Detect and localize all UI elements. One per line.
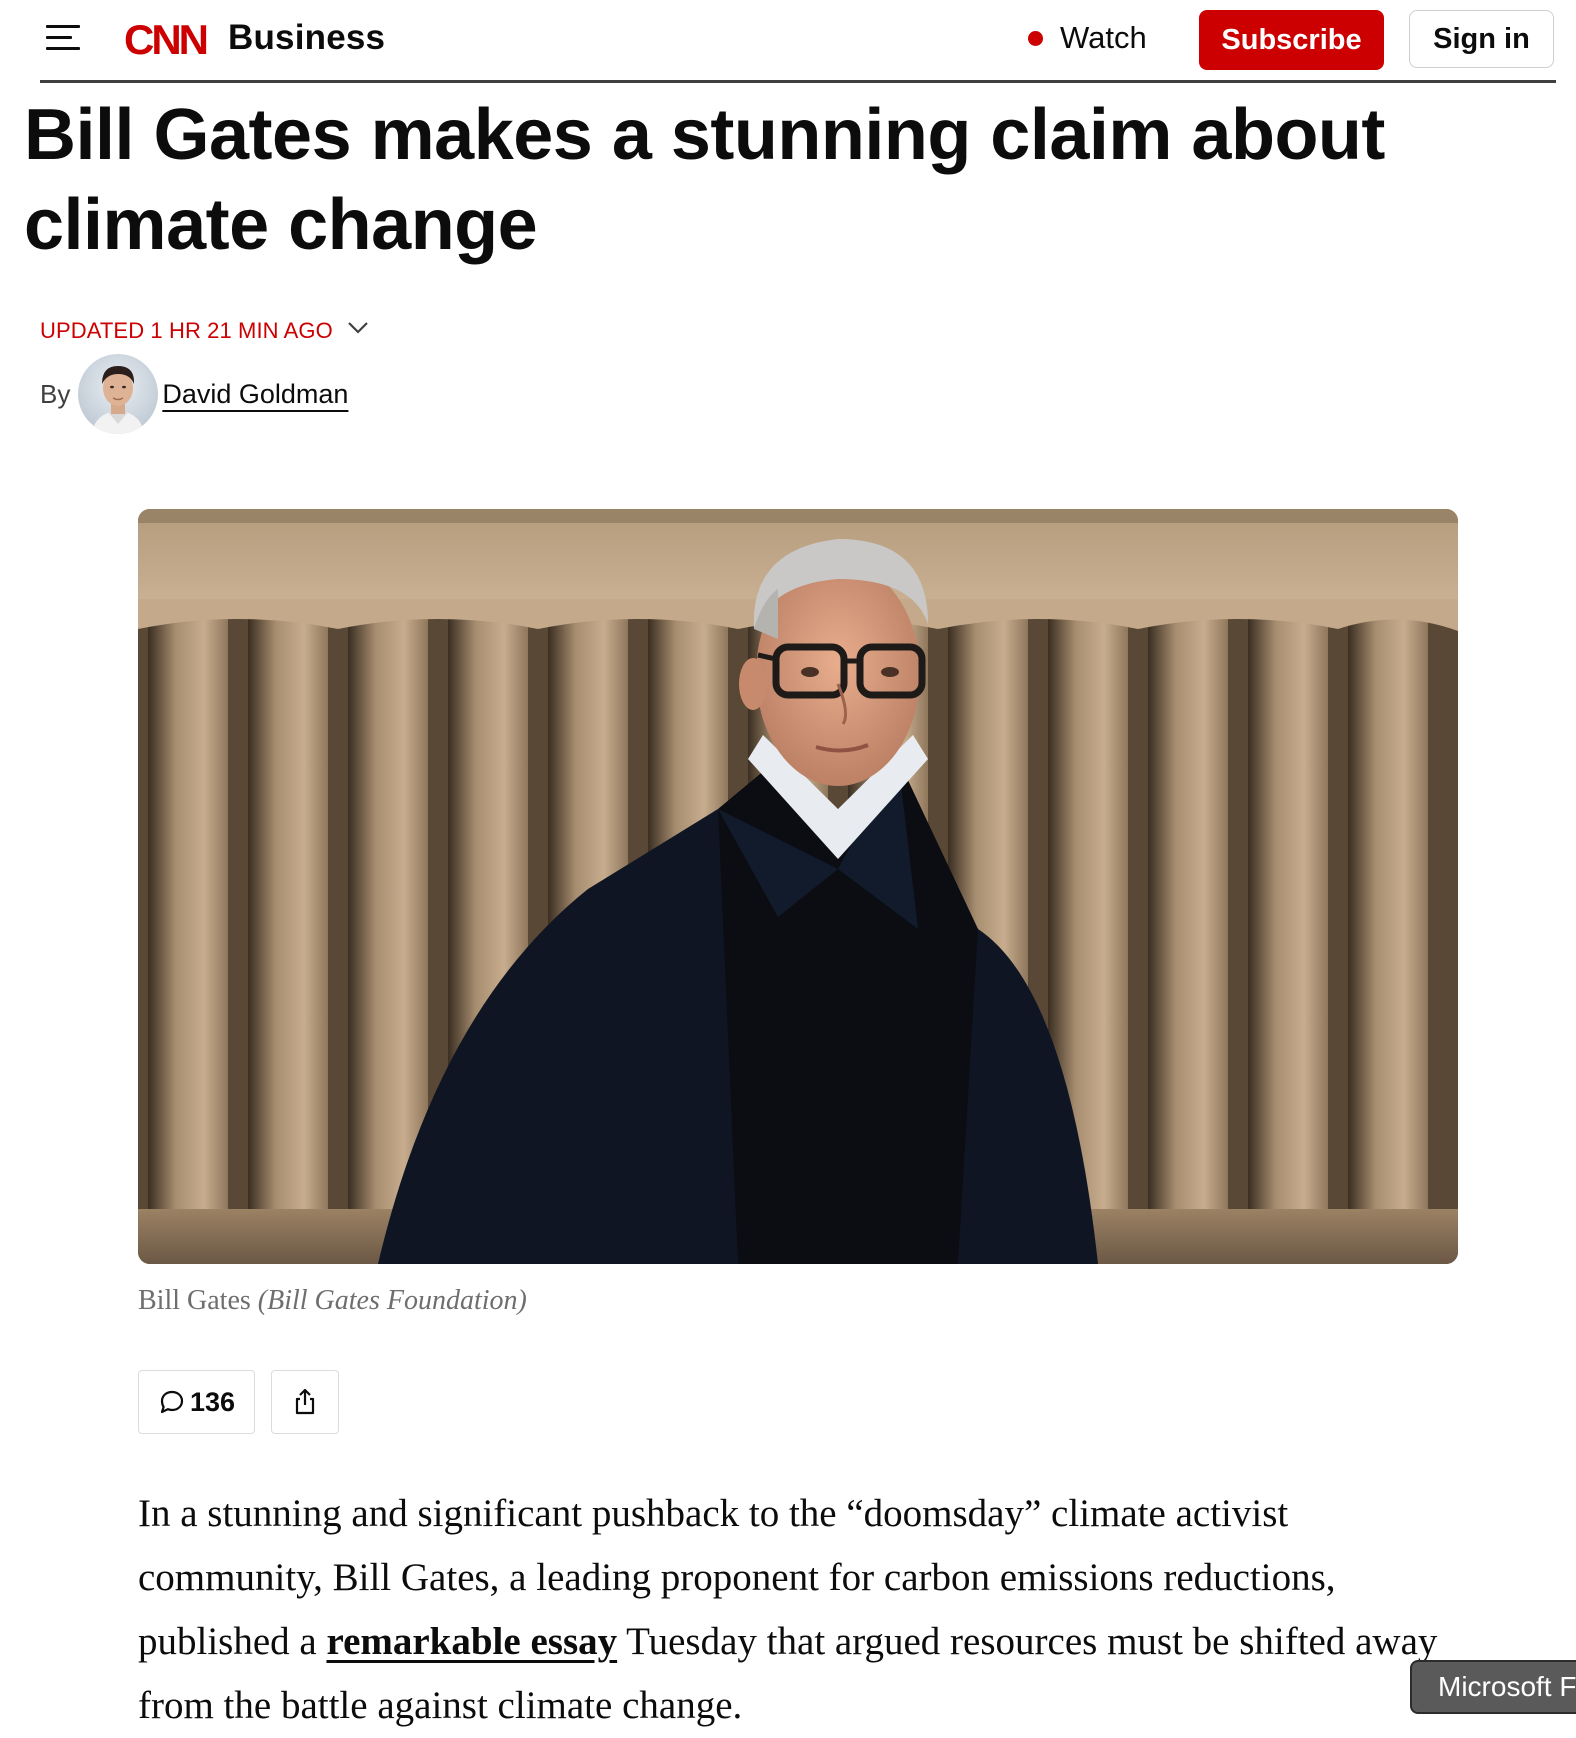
timestamp-toggle[interactable]: UPDATED 1 HR 21 MIN AGO bbox=[40, 318, 369, 344]
subscribe-button[interactable]: Subscribe bbox=[1199, 10, 1384, 70]
byline: By David Goldman bbox=[40, 354, 348, 434]
hamburger-menu-icon[interactable] bbox=[44, 22, 84, 52]
hero-image bbox=[138, 509, 1458, 1264]
caption-text: Bill Gates bbox=[138, 1285, 251, 1316]
byline-prefix: By bbox=[40, 378, 71, 409]
live-dot-icon bbox=[1028, 30, 1043, 46]
share-button[interactable] bbox=[271, 1370, 339, 1434]
caption-credit: (Bill Gates Foundation) bbox=[257, 1285, 527, 1316]
svg-text:CNN: CNN bbox=[124, 16, 207, 62]
author-avatar[interactable] bbox=[78, 354, 159, 434]
article-paragraph: In a stunning and significant pushback t… bbox=[138, 1482, 1478, 1738]
timestamp-text: UPDATED 1 HR 21 MIN AGO bbox=[40, 318, 333, 343]
author-link[interactable]: David Goldman bbox=[162, 379, 348, 410]
share-icon bbox=[295, 1388, 315, 1415]
header-divider bbox=[40, 80, 1556, 83]
remarkable-essay-link[interactable]: remarkable essay bbox=[326, 1620, 617, 1663]
chevron-down-icon bbox=[348, 322, 368, 334]
watch-link[interactable]: Watch bbox=[1028, 20, 1147, 56]
watch-label: Watch bbox=[1060, 20, 1147, 55]
section-title[interactable]: Business bbox=[228, 18, 385, 58]
article-headline: Bill Gates makes a stunning claim about … bbox=[24, 95, 1385, 265]
comment-count: 136 bbox=[189, 1386, 236, 1417]
cnn-logo[interactable]: CNN bbox=[118, 16, 212, 62]
image-caption: Bill Gates (Bill Gates Foundation) bbox=[138, 1285, 527, 1317]
comments-button[interactable]: 136 bbox=[138, 1370, 255, 1434]
microsoft-popup[interactable]: Microsoft F bbox=[1410, 1660, 1576, 1714]
site-header: CNN Business Watch Subscribe Sign in bbox=[0, 0, 1576, 83]
comment-bubble-icon bbox=[160, 1390, 184, 1414]
sign-in-button[interactable]: Sign in bbox=[1409, 10, 1554, 68]
